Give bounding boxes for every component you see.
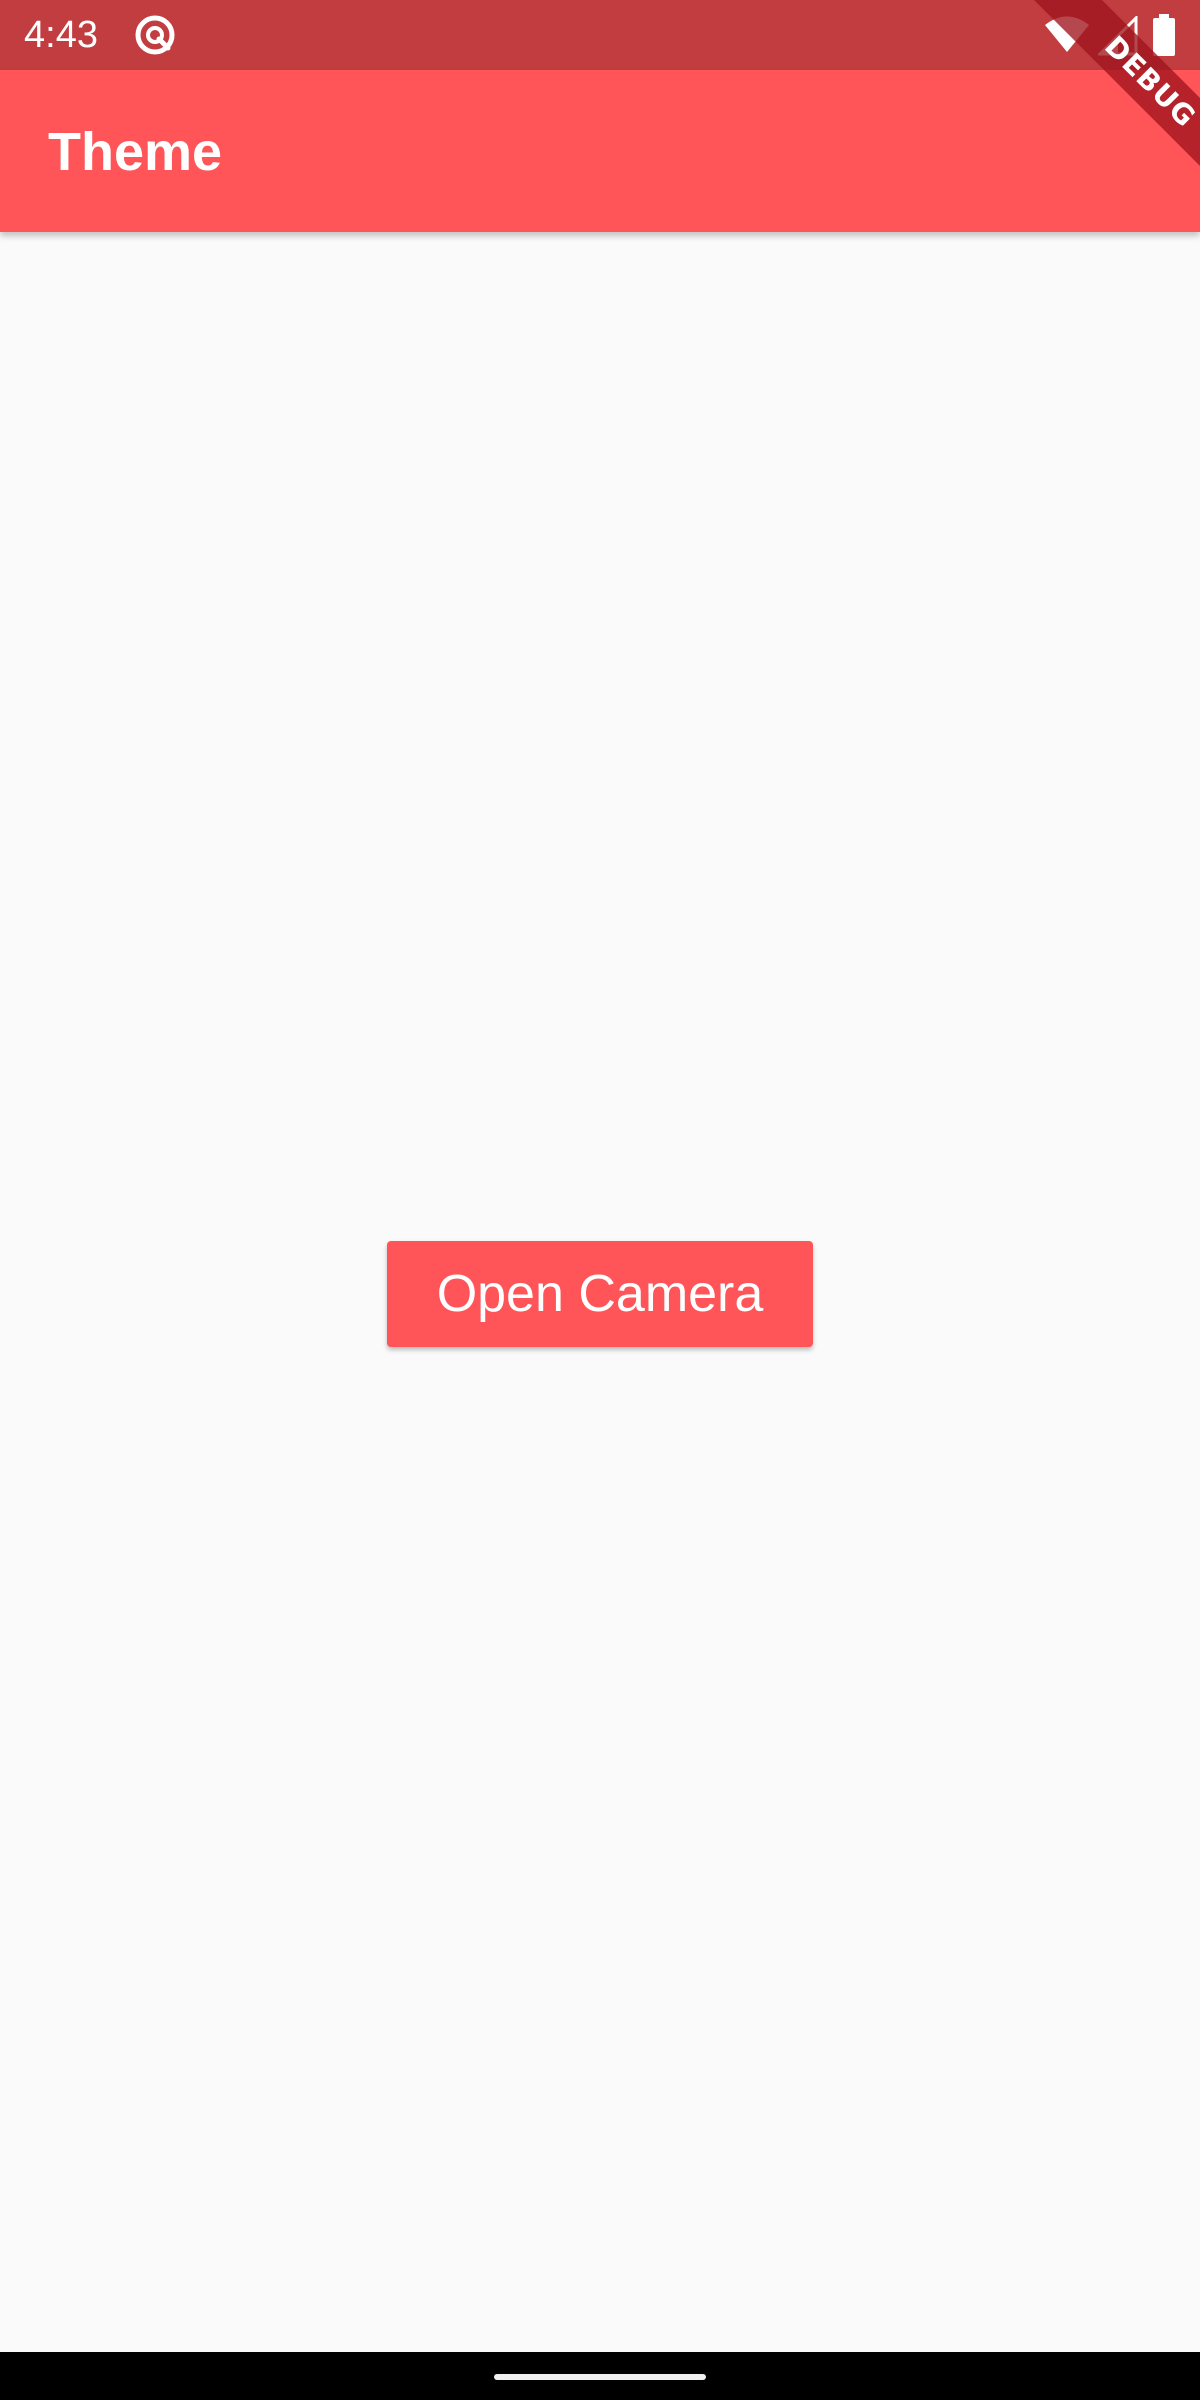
app-notification-icon bbox=[135, 15, 175, 55]
app-bar: Theme bbox=[0, 70, 1200, 232]
open-camera-button[interactable]: Open Camera bbox=[387, 1241, 813, 1347]
status-time: 4:43 bbox=[24, 14, 98, 56]
app-screen: 4:43 Theme DEBUG Open Camera bbox=[0, 0, 1200, 2400]
home-gesture-handle[interactable] bbox=[494, 2374, 706, 2380]
main-content: Open Camera bbox=[0, 232, 1200, 2350]
wifi-icon bbox=[1045, 16, 1089, 52]
status-bar: 4:43 bbox=[0, 0, 1200, 70]
battery-icon bbox=[1153, 14, 1175, 56]
page-title: Theme bbox=[48, 122, 223, 182]
cellular-signal-icon bbox=[1098, 16, 1138, 56]
